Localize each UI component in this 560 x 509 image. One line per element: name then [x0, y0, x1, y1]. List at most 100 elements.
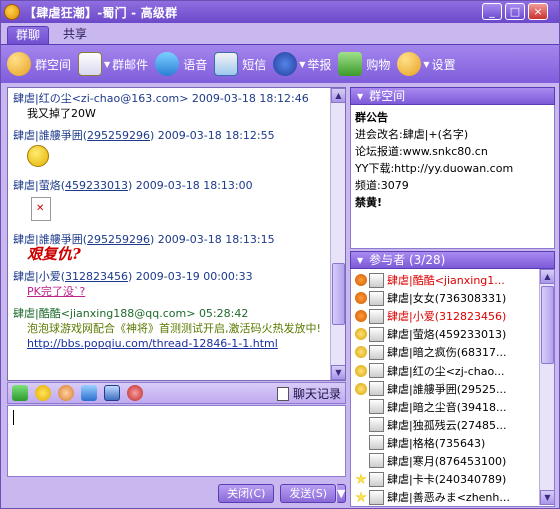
bottom-bar: 关闭(C) 发送(S) ▼ [7, 479, 346, 507]
send-options-button[interactable]: ▼ [336, 483, 346, 503]
scroll-up-arrow-icon[interactable]: ▲ [540, 269, 554, 284]
member-name: 肆虐|暗之疯伤(68317... [387, 346, 507, 360]
chat-message: 肆虐|誰艛爭囲(295259296) 2009-03-18 18:12:55 [13, 128, 326, 171]
member-row[interactable]: 肆虐|酷酷<jianxing1... [351, 271, 539, 289]
collapse-arrow-icon[interactable]: ▼ [357, 88, 363, 105]
shop-button[interactable]: 购物 [338, 49, 390, 79]
screen-capture-icon[interactable] [104, 385, 120, 401]
member-status-icon [355, 455, 367, 467]
chat-history-button[interactable]: 聊天记录 [276, 385, 341, 402]
chevron-down-icon[interactable]: ▼ [299, 60, 305, 69]
maximize-button[interactable]: □ [505, 3, 525, 20]
message-header: 肆虐|红の尘<zi-chao@163.com> 2009-03-18 18:12… [13, 91, 326, 106]
tab-bar: 群聊 共享 [1, 23, 559, 44]
chevron-down-icon[interactable]: ▼ [423, 60, 429, 69]
chat-message: 肆虐|小爱(312823456) 2009-03-19 00:00:33 PK完… [13, 269, 326, 299]
send-button[interactable]: 发送(S) [280, 483, 336, 503]
member-name: 肆虐|寒月(876453100) [387, 454, 507, 468]
message-body: PK完了没`? [27, 285, 86, 298]
message-sender: 肆虐|酷酷<jianxing188@qq.com> [13, 307, 196, 320]
chevron-down-icon[interactable]: ▼ [104, 60, 110, 69]
scroll-up-arrow-icon[interactable]: ▲ [331, 88, 345, 103]
sender-qq-link[interactable]: 459233013 [65, 179, 128, 192]
chat-scrollbar[interactable]: ▲ ▼ [330, 88, 345, 380]
member-name: 肆虐|善恶みま<zhenh... [387, 491, 510, 505]
notice-header-label: 群空间 [369, 88, 406, 103]
group-mail-label: 群邮件 [112, 57, 149, 72]
broken-image-icon[interactable] [31, 197, 51, 221]
group-space-button[interactable]: 群空间 [7, 49, 71, 79]
member-row[interactable]: 肆虐|誰艛爭囲(29525... [351, 380, 539, 398]
member-avatar [369, 471, 384, 487]
chat-message: 肆虐|红の尘<zi-chao@163.com> 2009-03-18 18:12… [13, 91, 326, 121]
window-title: 【肆虐狂潮】-蜀门 - 高级群 [24, 5, 178, 20]
member-avatar [369, 435, 384, 451]
member-row[interactable]: 肆虐|卡卡(240340789) [351, 470, 539, 488]
scroll-thumb[interactable] [541, 286, 554, 364]
magic-emoji-icon[interactable] [58, 385, 74, 401]
member-row[interactable]: 肆虐|萤烙(459233013) [351, 325, 539, 343]
notice-header[interactable]: ▼ 群空间 [350, 87, 555, 105]
message-link[interactable]: http://bbs.popqiu.com/thread-12846-1-1.h… [27, 337, 278, 350]
notice-line: 论坛报道:www.snkc80.cn [355, 145, 488, 158]
member-avatar [369, 399, 384, 415]
message-time: 2009-03-19 00:00:33 [135, 270, 253, 283]
send-image-icon[interactable] [81, 385, 97, 401]
sender-qq-link[interactable]: 312823456 [65, 270, 128, 283]
close-window-button[interactable]: × [528, 3, 548, 20]
settings-label: 设置 [431, 57, 456, 72]
scroll-thumb[interactable] [332, 263, 345, 325]
member-row[interactable]: 肆虐|暗之尘音(39418... [351, 398, 539, 416]
notice-line: YY下载:http://yy.duowan.com [355, 162, 514, 175]
voice-button[interactable]: 语音 [155, 49, 207, 79]
message-body: 泡泡球游戏网配合《神将》首测测试开启,激活码火热发放中! [27, 322, 321, 335]
scroll-down-arrow-icon[interactable]: ▼ [331, 365, 345, 380]
member-row[interactable]: 肆虐|格格(735643) [351, 434, 539, 452]
people-icon [7, 52, 31, 76]
notice-title: 群公告 [355, 111, 388, 124]
chat-history-pane[interactable]: 肆虐|红の尘<zi-chao@163.com> 2009-03-18 18:12… [7, 87, 346, 381]
member-scrollbar[interactable]: ▲ ▼ [539, 269, 554, 505]
member-row[interactable]: 肆虐|女女(736308331) [351, 289, 539, 307]
member-row[interactable]: 肆虐|寒月(876453100) [351, 452, 539, 470]
message-input[interactable] [7, 405, 346, 477]
font-icon[interactable] [12, 385, 28, 401]
music-icon[interactable] [127, 385, 143, 401]
message-header: 肆虐|小爱(312823456) 2009-03-19 00:00:33 [13, 269, 326, 284]
member-row[interactable]: 肆虐|小爱(312823456) [351, 307, 539, 325]
member-status-icon [355, 346, 367, 359]
member-avatar [369, 290, 384, 306]
member-row[interactable]: 肆虐|独孤残云(27485... [351, 416, 539, 434]
sender-qq-link[interactable]: 295259296 [87, 129, 150, 142]
members-header-label: 参与者 (3/28) [369, 252, 446, 267]
member-row[interactable]: 肆虐|善恶みま<zhenh... [351, 488, 539, 506]
member-status-icon [355, 473, 367, 484]
group-space-label: 群空间 [35, 57, 72, 72]
tab-share[interactable]: 共享 [55, 26, 95, 44]
title-bar[interactable]: 【肆虐狂潮】-蜀门 - 高级群 _ □ × [1, 1, 559, 23]
member-row[interactable]: 肆虐|暗之疯伤(68317... [351, 343, 539, 361]
close-button[interactable]: 关闭(C) [218, 483, 275, 503]
document-icon [276, 386, 289, 401]
member-row[interactable]: 肆虐|红の尘<zj-chao... [351, 361, 539, 379]
emoji-icon[interactable] [35, 385, 51, 401]
sms-button[interactable]: 短信 [214, 49, 266, 79]
sender-qq-link[interactable]: 295259296 [87, 233, 150, 246]
member-avatar [369, 453, 384, 469]
input-toolbar: 聊天记录 [7, 382, 346, 404]
collapse-arrow-icon[interactable]: ▼ [357, 252, 363, 269]
police-icon [273, 52, 298, 76]
scroll-down-arrow-icon[interactable]: ▼ [540, 490, 554, 505]
minimize-button[interactable]: _ [482, 3, 502, 20]
settings-button[interactable]: ▼ 设置 [397, 49, 456, 79]
voice-icon [155, 52, 180, 76]
members-header[interactable]: ▼ 参与者 (3/28) [350, 251, 555, 269]
member-name: 肆虐|誰艛爭囲(29525... [387, 382, 507, 396]
tab-group-chat[interactable]: 群聊 [7, 26, 50, 44]
group-mail-button[interactable]: ▼ 群邮件 [78, 49, 148, 79]
member-list[interactable]: 肆虐|酷酷<jianxing1... 肆虐|女女(736308331) 肆虐|小爱(… [350, 269, 555, 507]
member-name: 肆虐|女女(736308331) [387, 292, 507, 306]
message-sender-end: ) [150, 233, 155, 246]
report-button[interactable]: ▼ 举报 [273, 49, 331, 79]
chat-log[interactable]: 肆虐|红の尘<zi-chao@163.com> 2009-03-18 18:12… [8, 88, 331, 380]
